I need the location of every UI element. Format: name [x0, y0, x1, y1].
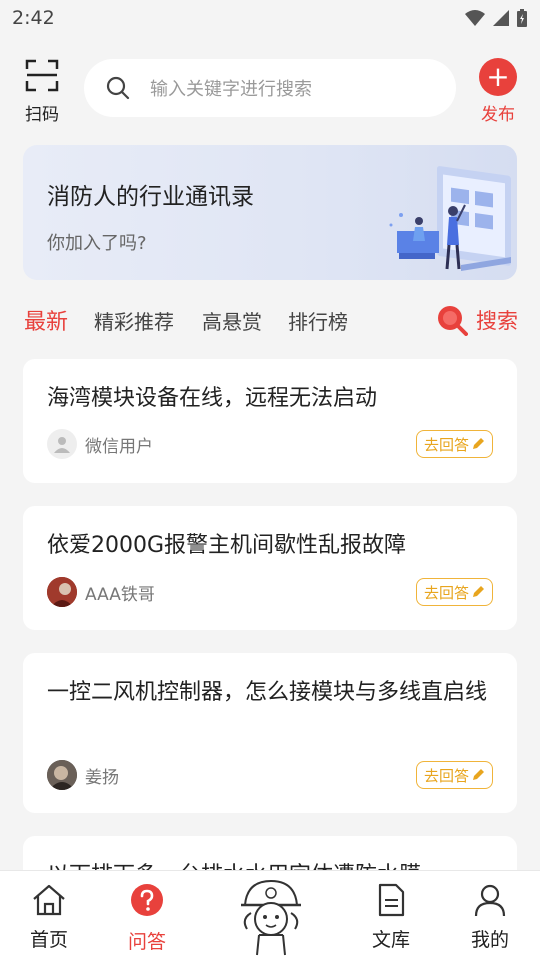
nav-profile-label: 我的 — [470, 929, 509, 951]
tab-featured[interactable]: 精彩推荐 — [94, 306, 174, 335]
banner-illustration — [389, 166, 511, 271]
tab-ranking[interactable]: 排行榜 — [288, 306, 348, 335]
document-icon — [378, 883, 405, 917]
search-icon — [438, 306, 468, 336]
question-card[interactable]: 依爱2000G报警主机间歇性乱报故障 AAA铁哥 去回答 — [23, 506, 517, 630]
avatar — [47, 760, 77, 790]
profile-icon — [474, 884, 506, 917]
user-name: 微信用户 — [85, 436, 153, 457]
pencil-icon — [473, 586, 484, 597]
question-card[interactable]: 海湾模块设备在线，远程无法启动 微信用户 去回答 — [23, 359, 517, 483]
bottom-nav: 首页 问答 文库 我的 — [0, 870, 540, 960]
banner-subtitle: 你加入了吗? — [47, 233, 147, 254]
question-meta: 姜扬 — [47, 760, 119, 790]
nav-mascot[interactable] — [230, 877, 310, 960]
question-title: 海湾模块设备在线，远程无法启动 — [47, 386, 378, 411]
answer-label: 去回答 — [423, 766, 469, 785]
header: 扫码 输入关键字进行搜索 + 发布 — [0, 44, 540, 125]
mascot-icon — [241, 879, 301, 956]
status-bar: 2:42 — [0, 0, 540, 36]
question-icon — [131, 884, 163, 916]
question-card[interactable]: 一控二风机控制器，怎么接模块与多线直启线 姜扬 去回答 — [23, 653, 517, 813]
user-name: 姜扬 — [85, 767, 119, 788]
publish-label: 发布 — [481, 105, 515, 125]
default-user-icon — [54, 437, 70, 453]
tab-search-label: 搜索 — [476, 309, 518, 333]
search-input[interactable]: 输入关键字进行搜索 — [84, 59, 456, 117]
battery-icon — [517, 9, 527, 27]
pencil-icon — [473, 769, 484, 780]
status-icons — [464, 8, 528, 28]
answer-button[interactable]: 去回答 — [416, 578, 493, 606]
home-icon — [33, 884, 65, 916]
avatar — [47, 429, 77, 459]
answer-label: 去回答 — [423, 583, 469, 602]
tab-bar: 最新 精彩推荐 高悬赏 排行榜 搜索 — [0, 300, 540, 342]
nav-library[interactable]: 文库 — [351, 883, 431, 952]
signal-icon — [493, 10, 509, 26]
user-name: AAA铁哥 — [85, 584, 155, 605]
nav-home-label: 首页 — [29, 929, 68, 951]
plus-icon: + — [479, 58, 517, 96]
answer-button[interactable]: 去回答 — [416, 430, 493, 458]
avatar — [47, 577, 77, 607]
nav-profile[interactable]: 我的 — [450, 883, 530, 952]
promo-banner[interactable]: 消防人的行业通讯录 你加入了吗? — [23, 145, 517, 280]
nav-qa-label: 问答 — [127, 931, 166, 953]
nav-qa[interactable]: 问答 — [107, 883, 187, 954]
nav-home[interactable]: 首页 — [9, 883, 89, 952]
tab-search-button[interactable]: 搜索 — [436, 304, 518, 336]
answer-button[interactable]: 去回答 — [416, 761, 493, 789]
tab-high-reward[interactable]: 高悬赏 — [202, 306, 262, 335]
tab-latest[interactable]: 最新 — [24, 304, 68, 336]
question-meta: AAA铁哥 — [47, 577, 155, 607]
search-placeholder: 输入关键字进行搜索 — [150, 79, 312, 100]
scan-label: 扫码 — [25, 105, 59, 125]
nav-library-label: 文库 — [371, 929, 410, 951]
scan-icon — [25, 59, 59, 92]
search-icon — [106, 76, 130, 100]
question-title: 依爱2000G报警主机间歇性乱报故障 — [47, 533, 407, 558]
pencil-icon — [473, 438, 484, 449]
wifi-icon — [465, 10, 485, 26]
scan-button[interactable]: 扫码 — [22, 58, 62, 125]
publish-button[interactable]: + 发布 — [478, 58, 518, 125]
user-photo-icon — [47, 760, 77, 790]
user-photo-icon — [47, 577, 77, 607]
banner-title: 消防人的行业通讯录 — [47, 184, 254, 210]
status-time: 2:42 — [12, 7, 55, 29]
answer-label: 去回答 — [423, 435, 469, 454]
question-meta: 微信用户 — [47, 429, 153, 459]
question-title: 一控二风机控制器，怎么接模块与多线直启线 — [47, 680, 488, 705]
